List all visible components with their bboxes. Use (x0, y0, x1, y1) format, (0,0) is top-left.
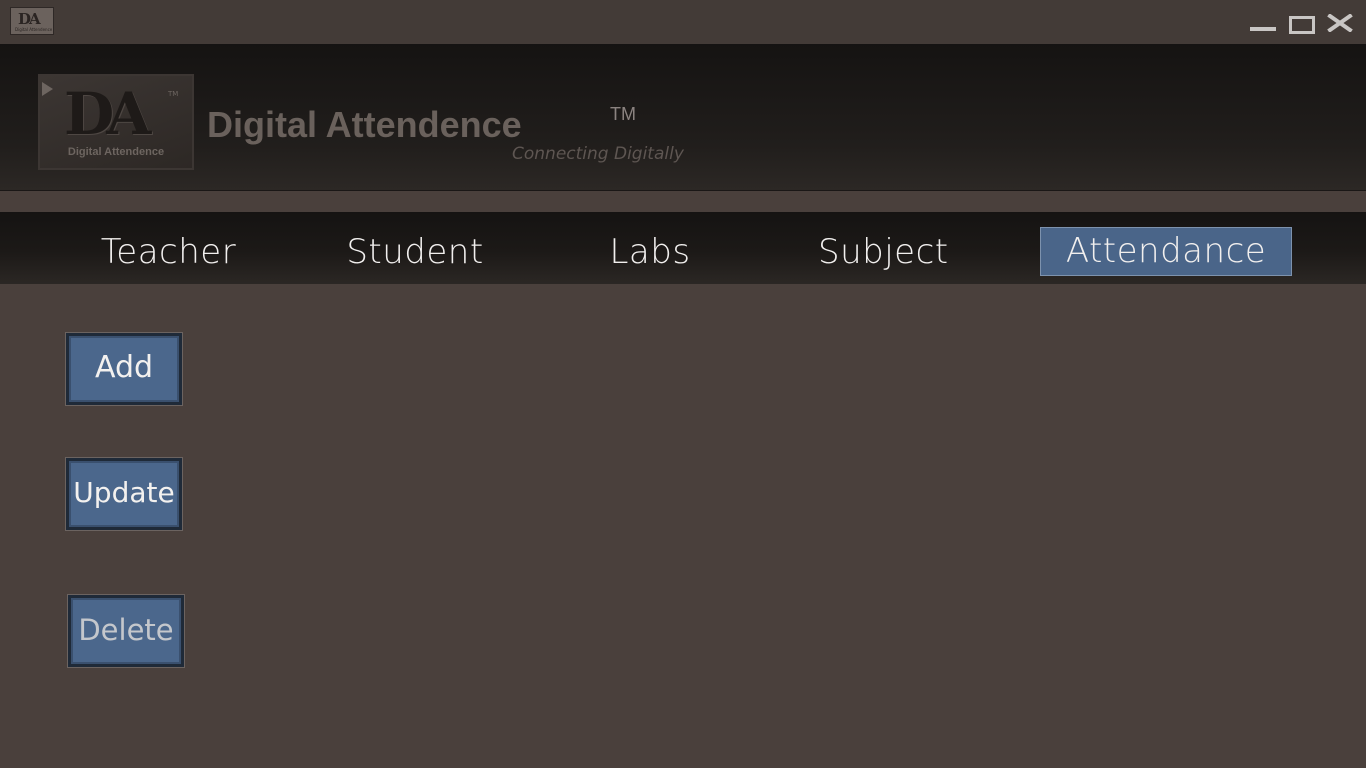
update-button[interactable]: Update (66, 458, 182, 530)
minimize-icon[interactable] (1248, 10, 1278, 34)
maximize-icon[interactable] (1286, 10, 1316, 34)
title-bar[interactable]: DA Digital Attendence (0, 0, 1366, 44)
nav-tab-teacher[interactable]: Teacher (86, 228, 251, 276)
delete-button[interactable]: Delete (68, 595, 184, 667)
add-button[interactable]: Add (66, 333, 182, 405)
nav-tab-subject[interactable]: Subject (818, 228, 948, 276)
logo-trademark: TM (168, 90, 179, 98)
brand-logo: DA TM Digital Attendence (38, 74, 194, 170)
nav-tab-labs[interactable]: Labs (600, 228, 700, 276)
nav-tab-student[interactable]: Student (335, 228, 495, 276)
app-icon-caption: Digital Attendence (15, 27, 53, 32)
header-banner: DA TM Digital Attendence Digital Attende… (0, 44, 1366, 191)
logo-triangle-icon (42, 82, 53, 96)
nav-tab-attendance[interactable]: Attendance (1040, 227, 1292, 276)
main-nav: Teacher Student Labs Subject Attendance (0, 212, 1366, 284)
app-title: Digital Attendence (207, 104, 522, 145)
logo-caption: Digital Attendence (67, 146, 165, 158)
app-icon-letters: DA (18, 10, 41, 28)
title-trademark: TM (610, 104, 636, 124)
app-logo-icon: DA Digital Attendence (10, 7, 54, 35)
app-tagline: Connecting Digitally (512, 144, 684, 164)
close-icon[interactable] (1324, 10, 1354, 34)
logo-letters: DA (64, 80, 151, 148)
app-window: DA Digital Attendence DA TM Digital Atte… (0, 0, 1366, 768)
